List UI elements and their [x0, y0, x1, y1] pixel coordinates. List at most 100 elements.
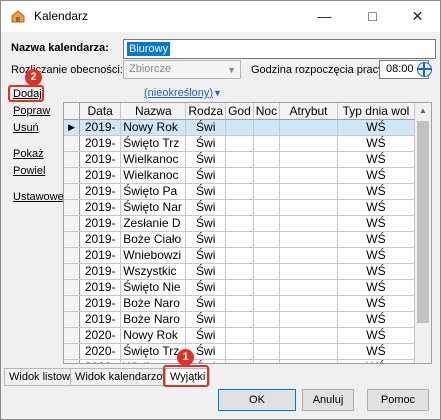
table-cell[interactable]	[225, 359, 254, 363]
table-row[interactable]: 2020-WielkanocŚwiWŚ	[64, 359, 415, 363]
table-cell[interactable]	[279, 263, 338, 280]
table-cell[interactable]: WŚ	[337, 359, 415, 363]
scrollbar-thumb[interactable]	[417, 121, 429, 323]
table-row[interactable]: 2019- Święto Trz Świ WŚ	[64, 135, 415, 152]
table-cell[interactable]: Zesłanie D	[120, 215, 187, 232]
table-cell[interactable]: WŚ	[337, 231, 415, 248]
table-row[interactable]: 2019- Boże Ciało Świ WŚ	[64, 231, 415, 248]
table-cell[interactable]	[279, 167, 338, 184]
table-cell[interactable]: Świ	[185, 295, 227, 312]
table-cell[interactable]: Nowy Rok	[120, 119, 187, 136]
table-cell[interactable]	[253, 343, 281, 360]
table-cell[interactable]	[253, 311, 281, 328]
grid-header-cell[interactable]: Noc	[253, 103, 281, 120]
table-cell[interactable]: Świ	[185, 135, 227, 152]
table-cell[interactable]	[225, 311, 254, 328]
table-cell[interactable]: 2019-	[79, 247, 122, 264]
table-cell[interactable]	[225, 135, 254, 152]
table-cell[interactable]: Wielkanoc	[120, 167, 187, 184]
table-cell[interactable]	[253, 263, 281, 280]
table-cell[interactable]	[253, 215, 281, 232]
ok-button[interactable]: OK	[218, 389, 296, 411]
table-cell[interactable]	[279, 311, 338, 328]
table-cell[interactable]: 2019-	[79, 311, 122, 328]
table-cell[interactable]: Świ	[185, 215, 227, 232]
grid-header-cell[interactable]: Rodza	[185, 103, 227, 120]
table-cell[interactable]: 2020-	[79, 343, 122, 360]
table-cell[interactable]: WŚ	[337, 199, 415, 216]
cancel-button[interactable]: Anuluj	[302, 389, 354, 411]
table-cell[interactable]: Świ	[185, 311, 227, 328]
table-cell[interactable]	[279, 199, 338, 216]
table-cell[interactable]	[225, 247, 254, 264]
table-cell[interactable]	[279, 343, 338, 360]
table-cell[interactable]	[279, 215, 338, 232]
table-cell[interactable]	[279, 135, 338, 152]
table-cell[interactable]: Boże Naro	[120, 311, 187, 328]
table-cell[interactable]: Święto Nar	[120, 199, 187, 216]
table-cell[interactable]: Święto Nie	[120, 279, 187, 296]
table-cell[interactable]: Wielkanoc	[120, 359, 187, 363]
table-cell[interactable]	[225, 279, 254, 296]
table-cell[interactable]	[225, 327, 254, 344]
table-cell[interactable]: 2019-	[79, 183, 122, 200]
table-cell[interactable]	[225, 263, 254, 280]
help-button[interactable]: Pomoc	[367, 389, 429, 411]
table-cell[interactable]	[225, 151, 254, 168]
table-cell[interactable]	[279, 231, 338, 248]
table-cell[interactable]: Świ	[185, 247, 227, 264]
table-cell[interactable]: WŚ	[337, 183, 415, 200]
grid-scrollbar[interactable]: ▲	[415, 102, 432, 364]
table-cell[interactable]: WŚ	[337, 247, 415, 264]
table-row[interactable]: 2019- Boże Naro Świ WŚ	[64, 295, 415, 312]
table-cell[interactable]	[279, 119, 338, 136]
table-cell[interactable]: 2019-	[79, 263, 122, 280]
table-cell[interactable]: Świ	[185, 199, 227, 216]
filter-chevron-icon[interactable]: ▼	[213, 88, 222, 98]
table-cell[interactable]: 2019-	[79, 231, 122, 248]
table-cell[interactable]: WŚ	[337, 279, 415, 296]
table-cell[interactable]	[225, 119, 254, 136]
grid-header-cell[interactable]: Data	[79, 103, 122, 120]
table-cell[interactable]	[225, 167, 254, 184]
table-cell[interactable]	[253, 151, 281, 168]
table-cell[interactable]: Świ	[185, 151, 227, 168]
table-cell[interactable]	[253, 231, 281, 248]
table-row[interactable]: 2019- Święto Nie Świ WŚ	[64, 279, 415, 296]
table-cell[interactable]	[253, 247, 281, 264]
table-cell[interactable]: Boże Naro	[120, 295, 187, 312]
table-cell[interactable]: Święto Pa	[120, 183, 187, 200]
table-cell[interactable]	[225, 295, 254, 312]
show-link[interactable]: Pokaż	[13, 148, 44, 160]
table-row[interactable]: 2019- Wszystkic Świ WŚ	[64, 263, 415, 280]
table-cell[interactable]: WŚ	[337, 167, 415, 184]
table-cell[interactable]: WŚ	[337, 327, 415, 344]
table-row[interactable]: ▶ 2019- Nowy Rok Świ WŚ	[64, 119, 415, 136]
table-cell[interactable]	[279, 359, 338, 363]
table-cell[interactable]: WŚ	[337, 263, 415, 280]
table-cell[interactable]	[253, 135, 281, 152]
table-cell[interactable]: 2019-	[79, 199, 122, 216]
table-cell[interactable]	[279, 279, 338, 296]
table-cell[interactable]: 2019-	[79, 167, 122, 184]
repeat-link[interactable]: Powiel	[13, 165, 45, 177]
globe-icon[interactable]	[417, 62, 432, 77]
table-cell[interactable]	[253, 183, 281, 200]
attendance-select[interactable]: Zbiorcze ▼	[123, 60, 241, 79]
table-row[interactable]: 2019- Wielkanoc Świ WŚ	[64, 151, 415, 168]
table-cell[interactable]: Świ	[185, 183, 227, 200]
table-cell[interactable]: Świ	[185, 167, 227, 184]
table-cell[interactable]	[279, 327, 338, 344]
table-cell[interactable]: Wielkanoc	[120, 151, 187, 168]
table-cell[interactable]	[279, 183, 338, 200]
table-cell[interactable]: 2020-	[79, 327, 122, 344]
table-cell[interactable]	[279, 151, 338, 168]
table-cell[interactable]	[253, 327, 281, 344]
table-cell[interactable]	[253, 199, 281, 216]
edit-link[interactable]: Popraw	[13, 105, 50, 117]
table-cell[interactable]	[253, 167, 281, 184]
table-cell[interactable]: Nowy Rok	[120, 327, 187, 344]
table-cell[interactable]	[225, 199, 254, 216]
table-cell[interactable]: WŚ	[337, 151, 415, 168]
calendar-name-input[interactable]: Biurowy	[123, 39, 436, 59]
